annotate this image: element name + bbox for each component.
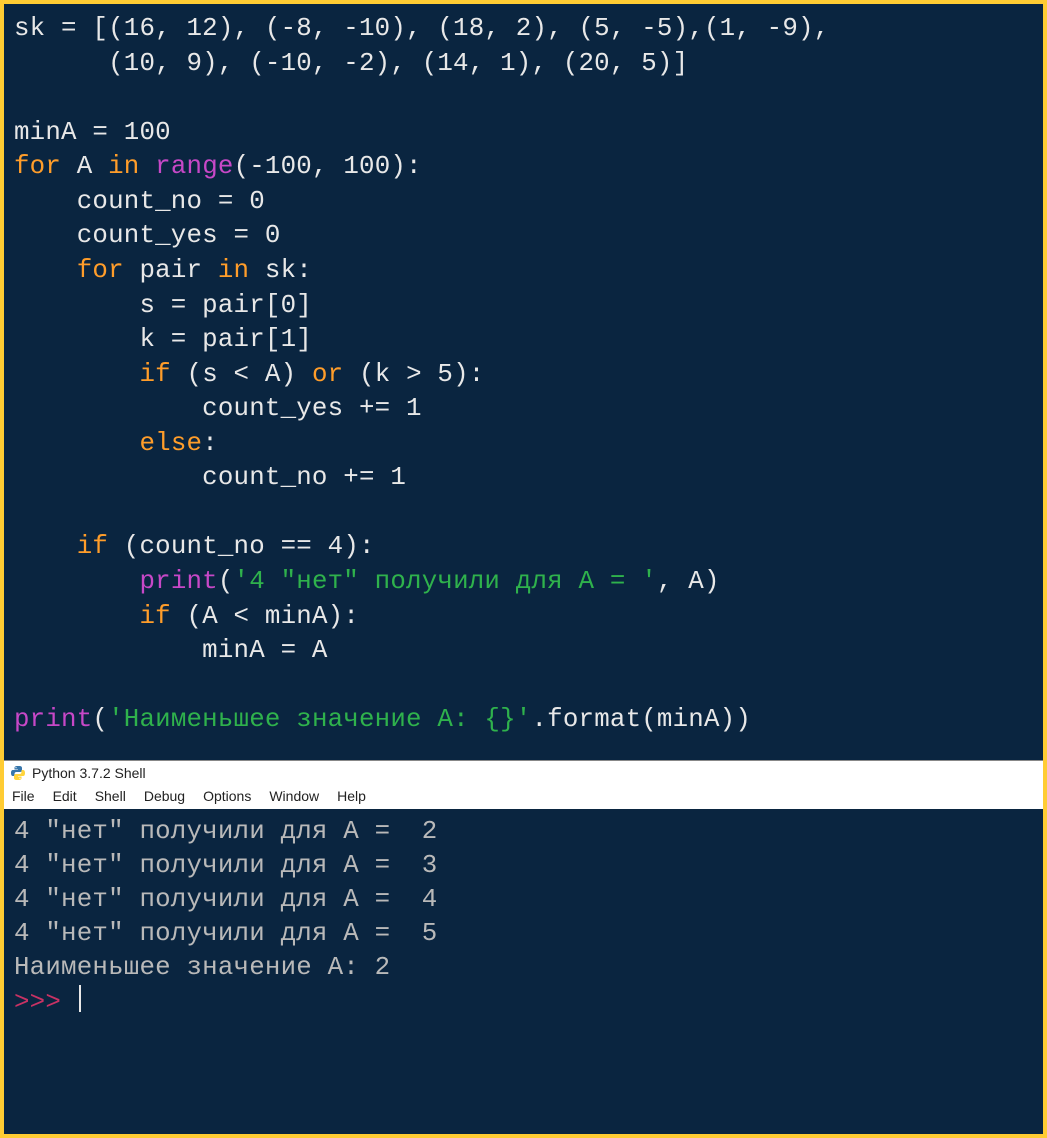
app-frame: sk = [(16, 12), (-8, -10), (18, 2), (5, … (0, 0, 1047, 1138)
code-editor[interactable]: sk = [(16, 12), (-8, -10), (18, 2), (5, … (4, 4, 1043, 760)
code-line: else: (14, 427, 1033, 462)
code-line: if (count_no == 4): (14, 530, 1033, 565)
menu-item-edit[interactable]: Edit (53, 788, 77, 804)
menu-item-help[interactable]: Help (337, 788, 366, 804)
code-line: count_yes += 1 (14, 392, 1033, 427)
code-line: print('Наименьшее значение A: {}'.format… (14, 703, 1033, 738)
shell-output[interactable]: 4 "нет" получили для A = 24 "нет" получи… (4, 809, 1043, 1134)
code-line: k = pair[1] (14, 323, 1033, 358)
shell-title-text: Python 3.7.2 Shell (32, 765, 146, 781)
shell-line: 4 "нет" получили для A = 4 (14, 883, 1033, 917)
code-line: count_no = 0 (14, 185, 1033, 220)
code-line (14, 81, 1033, 116)
code-line: s = pair[0] (14, 289, 1033, 324)
code-line: if (A < minA): (14, 600, 1033, 635)
code-line: minA = 100 (14, 116, 1033, 151)
code-line: for A in range(-100, 100): (14, 150, 1033, 185)
text-cursor (79, 985, 81, 1012)
menu-item-options[interactable]: Options (203, 788, 251, 804)
code-line: for pair in sk: (14, 254, 1033, 289)
code-line (14, 669, 1033, 704)
code-line (14, 496, 1033, 531)
code-line: minA = A (14, 634, 1033, 669)
shell-titlebar: Python 3.7.2 Shell (4, 761, 1043, 785)
shell-line: Наименьшее значение A: 2 (14, 951, 1033, 985)
shell-prompt: >>> (14, 988, 77, 1017)
menu-item-debug[interactable]: Debug (144, 788, 185, 804)
code-line: if (s < A) or (k > 5): (14, 358, 1033, 393)
shell-line: 4 "нет" получили для A = 3 (14, 849, 1033, 883)
code-line: count_yes = 0 (14, 219, 1033, 254)
shell-menubar: File Edit Shell Debug Options Window Help (4, 785, 1043, 809)
shell-line: 4 "нет" получили для A = 5 (14, 917, 1033, 951)
code-line: count_no += 1 (14, 461, 1033, 496)
menu-item-shell[interactable]: Shell (95, 788, 126, 804)
code-line: sk = [(16, 12), (-8, -10), (18, 2), (5, … (14, 12, 1033, 47)
python-icon (10, 765, 26, 781)
shell-line: 4 "нет" получили для A = 2 (14, 815, 1033, 849)
code-line: (10, 9), (-10, -2), (14, 1), (20, 5)] (14, 47, 1033, 82)
menu-item-window[interactable]: Window (269, 788, 319, 804)
shell-prompt-line[interactable]: >>> (14, 985, 1033, 1020)
code-line: print('4 "нет" получили для A = ', A) (14, 565, 1033, 600)
shell-window-chrome: Python 3.7.2 Shell File Edit Shell Debug Opt… (4, 760, 1043, 809)
menu-item-file[interactable]: File (12, 788, 35, 804)
